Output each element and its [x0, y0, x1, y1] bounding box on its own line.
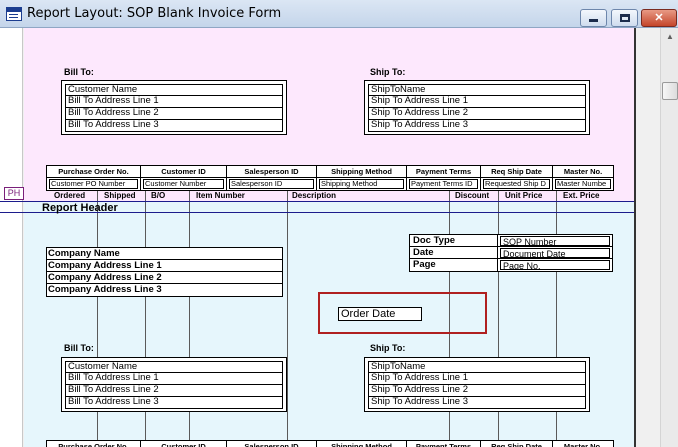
page-row: Page Page No.: [410, 259, 612, 271]
grid-header-salesperson: Salesperson ID: [227, 166, 317, 178]
minimize-button[interactable]: [580, 9, 607, 27]
bill-to-label: Bill To:: [64, 67, 94, 77]
doc-type-row: Doc Type SOP Number: [410, 235, 612, 247]
ship-to-address-line-2-field[interactable]: Ship To Address Line 2: [368, 385, 586, 397]
column-header-description: Description: [292, 191, 337, 200]
grid-header-shipping-method: Shipping Method: [317, 441, 407, 447]
grid-header-po: Purchase Order No.: [47, 441, 141, 447]
ship-to-address-line-3-field[interactable]: Ship To Address Line 3: [368, 120, 586, 132]
grid-header-req-ship-date: Req Ship Date: [481, 166, 553, 178]
company-name-field[interactable]: Company Name: [47, 248, 282, 260]
grid-header-master-no: Master No.: [553, 441, 613, 447]
grid-header-req-ship-date: Req Ship Date: [481, 441, 553, 447]
customer-number-field[interactable]: Customer Number: [143, 179, 224, 189]
column-guide: [287, 168, 288, 447]
grid-header-salesperson: Salesperson ID: [227, 441, 317, 447]
maximize-button[interactable]: [611, 9, 638, 27]
ship-to-label: Ship To:: [370, 343, 406, 353]
requested-ship-date-field[interactable]: Requested Ship D: [483, 179, 550, 189]
bill-to-address-line-3-field[interactable]: Bill To Address Line 3: [65, 120, 283, 132]
window-titlebar[interactable]: Report Layout: SOP Blank Invoice Form ✕: [0, 0, 678, 28]
page-label: Page: [410, 259, 498, 271]
order-info-grid[interactable]: Purchase Order No. Customer ID Salespers…: [46, 440, 614, 447]
order-date-field[interactable]: Order Date: [338, 307, 422, 321]
ship-to-address-line-1-field[interactable]: Ship To Address Line 1: [368, 373, 586, 385]
doc-type-label: Doc Type: [410, 235, 498, 246]
company-address-line-2-field[interactable]: Company Address Line 2: [47, 272, 282, 284]
grid-header-shipping-method: Shipping Method: [317, 166, 407, 178]
grid-header-customer-id: Customer ID: [141, 441, 227, 447]
scroll-up-icon[interactable]: ▲: [662, 28, 678, 45]
grid-header-payment-terms: Payment Terms: [407, 441, 481, 447]
bill-to-address-line-1-field[interactable]: Bill To Address Line 1: [65, 96, 283, 108]
payment-terms-field[interactable]: Payment Terms ID: [409, 179, 478, 189]
ship-to-block[interactable]: ShipToName Ship To Address Line 1 Ship T…: [364, 80, 590, 135]
company-address-line-1-field[interactable]: Company Address Line 1: [47, 260, 282, 272]
bill-to-address-line-2-field[interactable]: Bill To Address Line 2: [65, 385, 283, 397]
bill-to-address-line-1-field[interactable]: Bill To Address Line 1: [65, 373, 283, 385]
close-button[interactable]: ✕: [641, 9, 677, 27]
ship-to-label: Ship To:: [370, 67, 406, 77]
salesperson-id-field[interactable]: Salesperson ID: [229, 179, 314, 189]
page-number-field[interactable]: Page No.: [500, 260, 610, 270]
bill-to-address-line-3-field[interactable]: Bill To Address Line 3: [65, 397, 283, 409]
ship-to-name-field[interactable]: ShipToName: [368, 84, 586, 96]
date-label: Date: [410, 247, 498, 258]
vertical-scrollbar[interactable]: ▲: [660, 28, 678, 447]
date-row: Date Document Date: [410, 247, 612, 259]
customer-po-field[interactable]: Customer PO Number: [49, 179, 138, 189]
grid-header-master-no: Master No.: [553, 166, 613, 178]
grid-header-customer-id: Customer ID: [141, 166, 227, 178]
report-layout-icon: [6, 7, 22, 21]
shipping-method-field[interactable]: Shipping Method: [319, 179, 404, 189]
ship-to-name-field[interactable]: ShipToName: [368, 361, 586, 373]
column-header-ext-price: Ext. Price: [563, 191, 600, 200]
ship-to-address-line-3-field[interactable]: Ship To Address Line 3: [368, 397, 586, 409]
ship-to-block[interactable]: ShipToName Ship To Address Line 1 Ship T…: [364, 357, 590, 412]
bill-to-label: Bill To:: [64, 343, 94, 353]
close-icon: ✕: [654, 12, 664, 24]
company-block[interactable]: Company Name Company Address Line 1 Comp…: [46, 247, 283, 297]
report-header-label: Report Header: [42, 202, 118, 214]
sop-number-field[interactable]: SOP Number: [500, 236, 610, 246]
company-address-line-3-field[interactable]: Company Address Line 3: [47, 284, 282, 296]
band-gutter: [0, 28, 23, 447]
bill-to-block[interactable]: Customer Name Bill To Address Line 1 Bil…: [61, 80, 287, 135]
document-date-field[interactable]: Document Date: [500, 248, 610, 258]
column-header-ordered: Ordered: [54, 191, 86, 200]
customer-name-field[interactable]: Customer Name: [65, 361, 283, 373]
document-info-block[interactable]: Doc Type SOP Number Date Document Date P…: [409, 234, 613, 272]
grid-header-payment-terms: Payment Terms: [407, 166, 481, 178]
page-header-band-tag[interactable]: PH: [4, 187, 24, 200]
page-right-margin: [634, 28, 636, 447]
ship-to-address-line-1-field[interactable]: Ship To Address Line 1: [368, 96, 586, 108]
bill-to-block[interactable]: Customer Name Bill To Address Line 1 Bil…: [61, 357, 287, 412]
maximize-icon: [619, 14, 630, 22]
column-header-shipped: Shipped: [104, 191, 136, 200]
column-header-bo: B/O: [151, 191, 166, 200]
report-canvas[interactable]: PH Bill To: Customer Name Bill To Addres…: [0, 28, 660, 447]
order-info-grid[interactable]: Purchase Order No. Customer ID Salespers…: [46, 165, 614, 191]
bill-to-address-line-2-field[interactable]: Bill To Address Line 2: [65, 108, 283, 120]
ship-to-address-line-2-field[interactable]: Ship To Address Line 2: [368, 108, 586, 120]
column-header-discount: Discount: [455, 191, 490, 200]
customer-name-field[interactable]: Customer Name: [65, 84, 283, 96]
master-number-field[interactable]: Master Numbe: [555, 179, 611, 189]
column-header-unit-price: Unit Price: [505, 191, 543, 200]
minimize-icon: [589, 19, 598, 22]
grid-header-po: Purchase Order No.: [47, 166, 141, 178]
window-title: Report Layout: SOP Blank Invoice Form: [27, 6, 282, 21]
scrollbar-thumb[interactable]: [662, 82, 678, 100]
column-header-item-number: Item Number: [196, 191, 245, 200]
